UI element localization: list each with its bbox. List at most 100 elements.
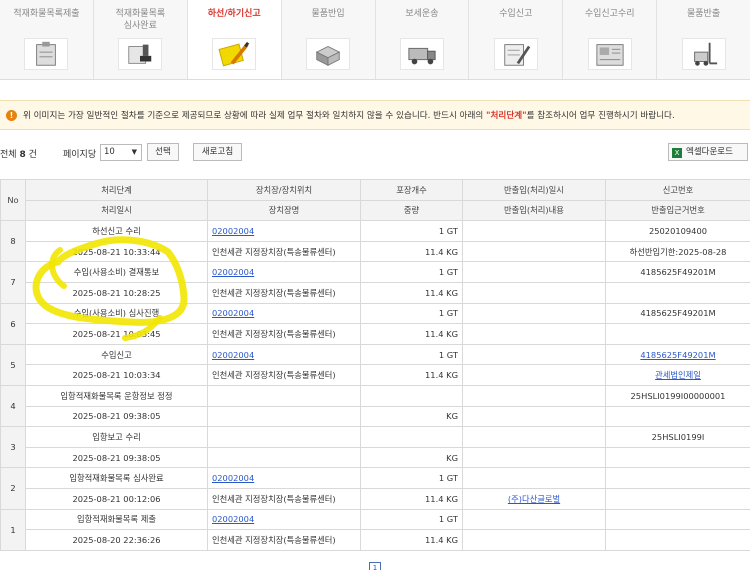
step-tab-6[interactable]: 수입신고 (469, 0, 564, 79)
basis-number (605, 281, 750, 304)
per-page-label: 페이지당 (63, 150, 97, 160)
storage-location-link[interactable]: 02002004 (212, 226, 254, 236)
header-basis-number: 반출입근거번호 (605, 199, 750, 222)
table-row-detail: 2025-08-21 10:33:44 인천세관 지정장치장(특송물류센터) 11.… (1, 240, 750, 263)
row-number: 3 (0, 426, 26, 469)
step-tab-8[interactable]: 물품반출 (657, 0, 750, 79)
step-tab-7[interactable]: 수입신고수리 (563, 0, 658, 79)
io-datetime (462, 384, 606, 407)
select-button[interactable]: 선택 (147, 143, 179, 161)
step-tab-3[interactable]: 하선/하기신고 (187, 0, 282, 79)
storage-location-name: 인천세관 지정장치장(특송물류센터) (207, 323, 361, 345)
weight: KG (360, 446, 463, 469)
basis-number: 하선반입기한:2025-08-28 (605, 240, 750, 263)
table-row: 6 수입(사용소비) 심사진행 02002004 1 GT 4185625F49201M (0, 302, 750, 345)
io-content (462, 405, 606, 428)
storage-location-link[interactable]: 02002004 (212, 267, 254, 277)
report-number-link[interactable]: 4185625F49201M (640, 350, 715, 360)
report-number: 25HSLI0199I00000001 (605, 384, 750, 407)
package-count: 1 GT (360, 302, 463, 325)
process-steps: 적재화물목록제출 적재화물목록 심사완료 하선/하기신고 물품반입 보세운송 수입신고 수입… (0, 0, 750, 80)
report-number (605, 508, 750, 531)
step-tab-label: 보세운송 (405, 9, 439, 19)
report-number (605, 467, 750, 489)
row-number: 1 (0, 508, 26, 551)
storage-location-link[interactable]: 02002004 (212, 308, 254, 318)
header-no: No (0, 178, 26, 222)
table-row: 8 하선신고 수리 02002004 1 GT 25020109400 (0, 220, 750, 263)
storage-location-link[interactable]: 02002004 (212, 514, 254, 524)
storage-location-name: 인천세관 지정장치장(특송물류센터) (207, 281, 361, 304)
process-datetime: 2025-08-21 10:03:34 (25, 364, 208, 386)
storage-location: 02002004 (207, 508, 361, 531)
step-tab-5[interactable]: 보세운송 (376, 0, 470, 79)
basis-number (605, 323, 750, 345)
header-weight: 중량 (360, 199, 463, 222)
io-datetime (462, 220, 606, 242)
io-datetime (462, 302, 606, 325)
storage-location: 02002004 (207, 261, 361, 283)
process-datetime: 2025-08-21 09:38:05 (25, 446, 208, 469)
table-row-detail: 2025-08-21 00:12:06 인천세관 지정장치장(특송물류센터) 11.… (1, 487, 750, 510)
header-location-name: 장치장명 (207, 199, 361, 222)
refresh-button[interactable]: 새로고침 (193, 143, 242, 161)
report-number: 4185625F49201M (605, 261, 750, 283)
io-content (462, 240, 606, 263)
row-number: 2 (0, 467, 26, 510)
truck-icon (399, 38, 444, 70)
basis-number-link[interactable]: 관세법인제일 (655, 370, 701, 380)
report-number: 4185625F49201M (605, 343, 750, 366)
package-count (360, 384, 463, 407)
package-count: 1 GT (360, 508, 463, 531)
per-page-select[interactable]: 10 ▼ (100, 144, 142, 161)
process-step: 입항적재화물목록 운항정보 정정 (25, 384, 208, 407)
io-datetime (462, 467, 606, 489)
storage-location-link[interactable]: 02002004 (212, 350, 254, 360)
chevron-down-icon: ▼ (131, 148, 137, 156)
storage-location-link[interactable]: 02002004 (212, 473, 254, 483)
row-number: 5 (0, 343, 26, 386)
notice-text: 위 이미지는 가장 일반적인 절차를 기준으로 제공되므로 상황에 따라 실제 … (23, 111, 675, 121)
io-content (462, 364, 606, 386)
io-content-link[interactable]: (주)다산글로벌 (508, 494, 560, 504)
io-datetime (462, 343, 606, 366)
package-count: 1 GT (360, 343, 463, 366)
row-number: 7 (0, 261, 26, 304)
package-count: 1 GT (360, 261, 463, 283)
weight: KG (360, 405, 463, 428)
weight: 11.4 KG (360, 529, 463, 551)
process-step: 수입(사용소비) 심사진행 (25, 302, 208, 325)
process-step: 입항적재화물목록 심사완료 (25, 467, 208, 489)
header-package-count: 포장개수 (360, 179, 463, 201)
table-row: 4 입항적재화물목록 운항정보 정정 25HSLI0199I00000001 (0, 384, 750, 428)
basis-number (605, 487, 750, 510)
table-row-detail: 2025-08-21 09:38:05 KG (1, 446, 750, 469)
step-tab-4[interactable]: 물품반입 (282, 0, 376, 79)
step-tab-1[interactable]: 적재화물목록제출 (0, 0, 94, 79)
io-content: (주)다산글로벌 (462, 487, 606, 510)
io-content (462, 323, 606, 345)
table-row-detail: 2025-08-20 22:36:26 인천세관 지정장치장(특송물류센터) 11.… (1, 529, 750, 551)
step-tab-label: 수입신고 (499, 9, 533, 19)
header-io-datetime: 반출입(처리)일시 (462, 179, 606, 201)
report-number: 25HSLI0199I (605, 426, 750, 448)
notice-banner: ! 위 이미지는 가장 일반적인 절차를 기준으로 제공되므로 상황에 따라 실… (0, 100, 750, 130)
storage-location (207, 426, 361, 448)
row-number: 4 (0, 384, 26, 428)
excel-download-button[interactable]: X 엑셀다운로드 (668, 143, 748, 161)
page-1-button[interactable]: 1 (369, 562, 381, 570)
step-tab-label: 물품반입 (311, 9, 345, 19)
io-content (462, 281, 606, 304)
table-row: 7 수입(사용소비) 결재통보 02002004 1 GT 4185625F49201M (0, 261, 750, 304)
storage-location (207, 384, 361, 407)
step-tab-2[interactable]: 적재화물목록 심사완료 (94, 0, 188, 79)
process-datetime: 2025-08-20 22:36:26 (25, 529, 208, 551)
process-step: 하선신고 수리 (25, 220, 208, 242)
step-tab-label: 적재화물목록 심사완료 (115, 9, 166, 31)
io-content (462, 529, 606, 551)
weight: 11.4 KG (360, 487, 463, 510)
table-row-detail: 2025-08-21 09:38:05 KG (1, 405, 750, 428)
table-row: 1 입항적재화물목록 제출 02002004 1 GT (0, 508, 750, 551)
weight: 11.4 KG (360, 323, 463, 345)
io-datetime (462, 261, 606, 283)
